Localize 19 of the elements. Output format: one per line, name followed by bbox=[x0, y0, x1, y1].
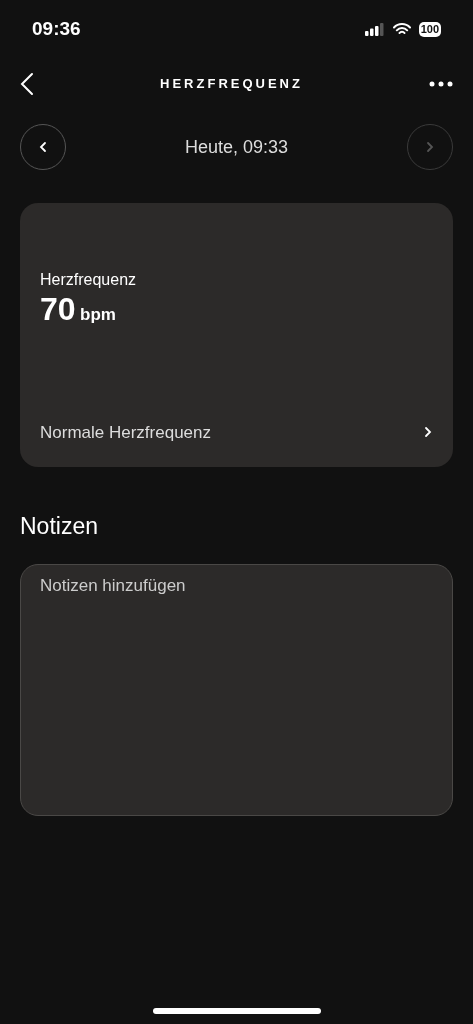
unit-label: bpm bbox=[80, 305, 116, 324]
wifi-icon bbox=[392, 22, 411, 36]
chevron-right-icon bbox=[425, 141, 435, 153]
date-label: Heute, 09:33 bbox=[184, 135, 289, 159]
card-title: Herzfrequenz bbox=[40, 270, 138, 290]
normal-range-link[interactable]: Normale Herzfrequenz bbox=[40, 419, 433, 445]
notes-heading: Notizen bbox=[20, 512, 99, 541]
screen-title: HERZFREQUENZ bbox=[160, 75, 303, 94]
heart-rate-value: 70 bbox=[40, 291, 76, 327]
notes-field[interactable]: Notizen hinzufügen bbox=[20, 563, 453, 816]
back-icon bbox=[20, 72, 34, 96]
more-icon bbox=[429, 81, 453, 87]
signal-icon bbox=[364, 22, 385, 36]
chevron-right-icon bbox=[423, 426, 433, 439]
back-button[interactable] bbox=[20, 72, 34, 96]
status-time: 09:36 bbox=[32, 16, 81, 41]
more-button[interactable] bbox=[429, 81, 453, 87]
chevron-left-icon bbox=[38, 141, 48, 153]
battery-level: 100 bbox=[418, 21, 441, 37]
